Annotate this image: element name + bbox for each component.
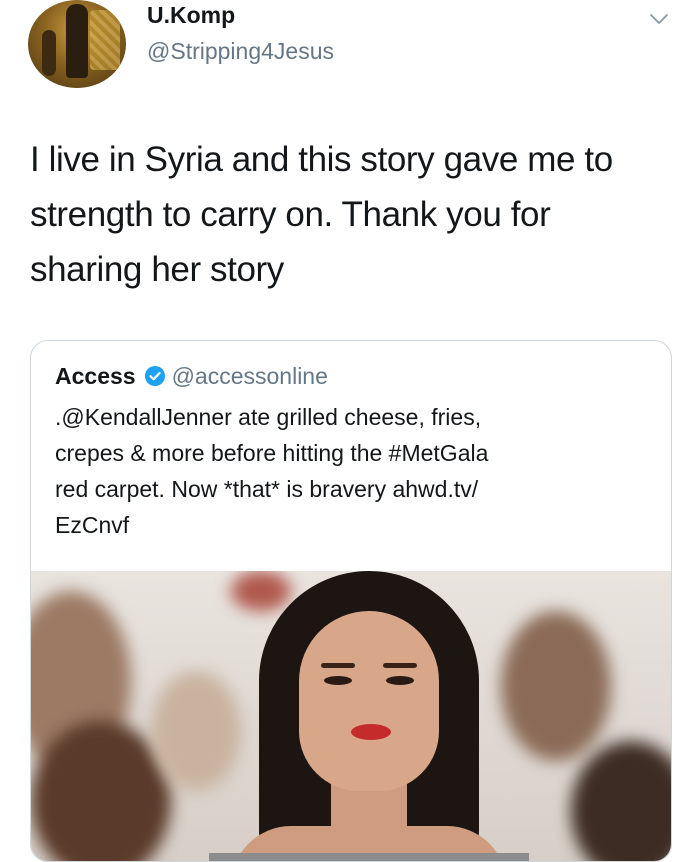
quoted-author-name[interactable]: Access	[55, 363, 136, 389]
portrait-brow	[321, 663, 355, 668]
quoted-text-line: crepes & more before hitting the #MetGal…	[55, 440, 489, 466]
background-blur	[501, 611, 611, 761]
portrait-brow	[383, 663, 417, 668]
tweet-text-line: strength to carry on. Thank you for	[30, 195, 551, 234]
quoted-tweet-header: Access @accessonline	[55, 363, 328, 390]
author-handle[interactable]: @Stripping4Jesus	[147, 38, 334, 65]
portrait-dress	[209, 853, 529, 861]
quoted-text-line: EzCnvf	[55, 512, 130, 538]
chevron-down-icon[interactable]	[648, 8, 670, 30]
author-display-name[interactable]: U.Komp	[147, 2, 235, 29]
background-blur	[571, 741, 671, 861]
portrait-eye	[324, 676, 352, 685]
portrait-lips	[351, 724, 391, 740]
quoted-tweet-card[interactable]: Access @accessonline .@KendallJenner ate…	[30, 340, 672, 862]
tweet-text-line: I live in Syria and this story gave me t…	[30, 140, 613, 179]
quoted-text-line: red carpet. Now *that* is bravery ahwd.t…	[55, 476, 479, 502]
background-blur	[31, 721, 171, 861]
tweet-text: I live in Syria and this story gave me t…	[30, 132, 680, 297]
quoted-tweet-photo[interactable]	[31, 571, 671, 861]
quoted-tweet-text: .@KendallJenner ate grilled cheese, frie…	[55, 399, 655, 543]
background-blur	[231, 571, 291, 611]
quoted-text-line: .@KendallJenner ate grilled cheese, frie…	[55, 404, 482, 430]
tweet-text-line: sharing her story	[30, 250, 284, 289]
avatar-pattern	[90, 10, 120, 70]
background-blur	[151, 671, 241, 791]
portrait-face	[299, 611, 439, 791]
avatar[interactable]	[28, 0, 126, 88]
verified-badge-icon	[144, 366, 165, 386]
quoted-author-handle[interactable]: @accessonline	[172, 363, 328, 389]
portrait-eye	[386, 676, 414, 685]
avatar-figure	[42, 30, 56, 76]
avatar-figure	[66, 4, 88, 78]
